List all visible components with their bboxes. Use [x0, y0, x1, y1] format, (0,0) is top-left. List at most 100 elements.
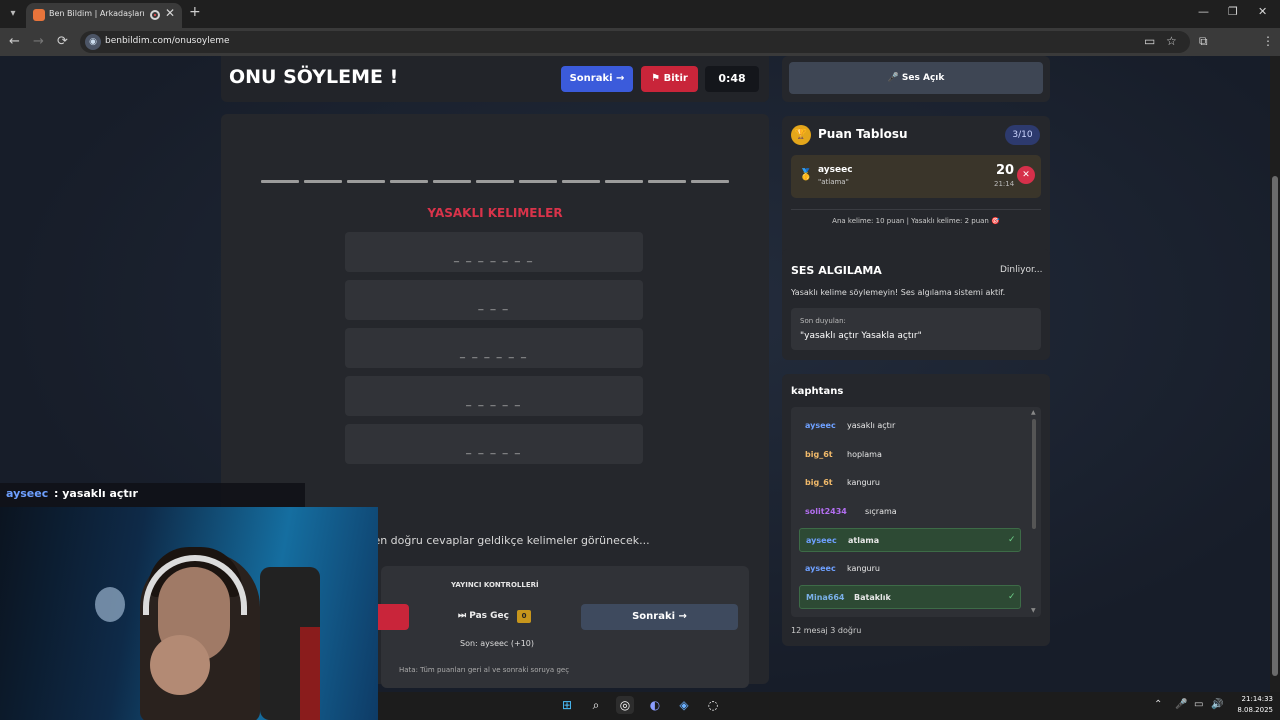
game-header: ONU SÖYLEME ! Sonraki → ⚑ Bitir 0:48	[221, 56, 769, 102]
answer-letter-slot	[390, 180, 428, 183]
controls-next-button[interactable]: Sonraki →	[581, 604, 738, 630]
minimize-button[interactable]: —	[1198, 5, 1209, 18]
chat-text: Bataklık	[854, 593, 891, 602]
chat-username: ayseec	[805, 563, 836, 573]
chrome-icon[interactable]: ◎	[616, 696, 634, 714]
sound-toggle-button[interactable]: 🎤 Ses Açık	[789, 62, 1043, 94]
clock-date[interactable]: 8.08.2025	[1228, 706, 1273, 714]
browser-tab[interactable]: Ben Bildim | Arkadaşlarınla ✕	[26, 3, 182, 28]
chat-message: solit2434 sıçrama	[799, 500, 1021, 524]
chat-message: ayseec atlama ✓	[799, 528, 1021, 552]
end-game-button[interactable]: ⚑ Bitir	[641, 66, 698, 92]
cam-toy	[95, 587, 125, 622]
clock-time[interactable]: 21:14:33	[1228, 695, 1273, 703]
chat-message: big_6t kanguru	[799, 471, 1021, 495]
forbidden-word: _ _ _ _ _	[345, 424, 643, 464]
menu-dots-icon[interactable]: ⋮	[1262, 34, 1274, 48]
restore-button[interactable]: ❐	[1228, 5, 1238, 18]
medal-icon: 🥇	[799, 168, 813, 181]
chat-text: atlama	[848, 536, 880, 545]
player-name: ayseec	[818, 165, 853, 175]
answer-letter-slot	[347, 180, 385, 183]
taskbar: ⊞ ⌕ ◎ ◐ ◈ ◌ ⌃ 🎤 ▭ 🔊 21:14:33 8.08.2025	[378, 692, 1280, 720]
tab-close-icon[interactable]: ✕	[165, 6, 175, 20]
chat-list[interactable]: ▲ ▼ ayseec yasaklı açtır big_6t hoplama big_…	[791, 407, 1041, 617]
check-icon: ✓	[1008, 535, 1016, 545]
answer-letter-slot	[304, 180, 342, 183]
scroll-up-icon[interactable]: ▲	[1031, 409, 1036, 416]
speech-title: SES ALGILAMA	[791, 264, 882, 277]
overlay-username: ayseec	[6, 487, 49, 500]
end-game-label: Bitir	[663, 73, 688, 84]
display-icon[interactable]: ▭	[1194, 699, 1203, 710]
forward-button[interactable]: →	[33, 34, 44, 49]
page-scroll-thumb[interactable]	[1272, 176, 1278, 676]
player-time: 21:14	[994, 180, 1015, 188]
error-help-text: Hata: Tüm puanları geri al ve sonraki so…	[399, 666, 570, 674]
microphone-icon[interactable]: 🎤	[1175, 699, 1187, 710]
chat-message: big_6t hoplama	[799, 443, 1021, 467]
forbidden-word: _ _ _	[345, 280, 643, 320]
chat-text: kanguru	[847, 563, 880, 573]
chat-message: ayseec kanguru	[799, 557, 1021, 581]
last-heard-label: Son duyulan:	[800, 317, 846, 325]
page-title: ONU SÖYLEME !	[229, 66, 399, 88]
address-bar: ← → ⟳ ◉ benbildim.com/onusoyleme ▭ ☆ ⧉ ⋮	[0, 28, 1280, 77]
reload-button[interactable]: ⟳	[57, 34, 68, 49]
app-icon[interactable]: ◈	[675, 696, 693, 714]
forbidden-words-title: YASAKLI KELIMELER	[427, 206, 563, 220]
leaderboard-count-badge: 3/10	[1005, 125, 1040, 145]
extensions-icon[interactable]: ⧉	[1199, 34, 1208, 49]
forbidden-word-text: _ _ _ _ _	[466, 444, 522, 455]
search-icon[interactable]: ⌕	[587, 696, 605, 714]
new-tab-button[interactable]: +	[189, 4, 201, 20]
speech-description: Yasaklı kelime söylemeyin! Ses algılama …	[791, 288, 1006, 297]
cast-icon[interactable]: ▭	[1144, 34, 1155, 48]
tab-search-icon[interactable]: ▾	[4, 5, 22, 23]
chat-username: ayseec	[805, 421, 836, 430]
windows-start-icon[interactable]: ⊞	[558, 696, 576, 714]
chat-scrollbar[interactable]	[1032, 419, 1036, 529]
chat-message: ayseec yasaklı açtır	[799, 414, 1021, 438]
speech-status: Dinliyor...	[1000, 265, 1043, 275]
answer-letter-slot	[562, 180, 600, 183]
chat-text: hoplama	[847, 449, 882, 459]
flag-icon: ⚑	[651, 73, 664, 84]
remove-player-button[interactable]: ✕	[1017, 166, 1035, 184]
volume-icon[interactable]: 🔊	[1211, 699, 1223, 710]
browser-tabbar: ▾ Ben Bildim | Arkadaşlarınla ✕ + — ❐ ✕	[0, 0, 1280, 28]
url-text[interactable]: benbildim.com/onusoyleme	[105, 36, 230, 46]
chat-text: kanguru	[847, 478, 880, 487]
answer-letter-slot	[691, 180, 729, 183]
forbidden-word: _ _ _ _ _ _	[345, 328, 643, 368]
scroll-down-icon[interactable]: ▼	[1031, 607, 1036, 614]
answer-letter-slot	[433, 180, 471, 183]
overlay-message: : yasaklı açtır	[54, 487, 138, 500]
forbidden-word-text: _ _ _ _ _	[466, 396, 522, 407]
chat-message: Mina664 Bataklık ✓	[799, 585, 1021, 609]
chat-stats: 12 mesaj 3 doğru	[791, 626, 862, 635]
chat-text: sıçrama	[865, 506, 897, 516]
bookmark-star-icon[interactable]: ☆	[1166, 34, 1177, 48]
check-icon: ✓	[1008, 592, 1016, 602]
page-scrollbar[interactable]	[1270, 56, 1280, 692]
site-info-icon[interactable]: ◉	[85, 34, 101, 50]
discord-icon[interactable]: ◐	[646, 696, 664, 714]
pass-button[interactable]: ⏭ Pas Geç	[458, 611, 509, 621]
next-button[interactable]: Sonraki →	[561, 66, 633, 92]
chat-username: big_6t	[805, 449, 833, 459]
obs-icon[interactable]: ◌	[704, 696, 722, 714]
close-window-button[interactable]: ✕	[1258, 5, 1267, 18]
last-answer-text: Son: ayseec (+10)	[460, 639, 534, 648]
forbidden-word-text: _ _ _ _ _ _	[460, 348, 528, 359]
tray-expand-icon[interactable]: ⌃	[1154, 699, 1162, 710]
leaderboard-title: Puan Tablosu	[818, 127, 908, 141]
player-word: "atlama"	[818, 178, 849, 186]
url-field[interactable]: ◉ benbildim.com/onusoyleme	[80, 31, 1190, 53]
chat-title: kaphtans	[791, 386, 844, 397]
cam-chair-accent	[300, 627, 320, 720]
streamer-controls: YAYINCI KONTROLLERİ ⏭ Pas Geç 0 Sonraki …	[371, 566, 749, 688]
back-button[interactable]: ←	[9, 34, 20, 49]
stream-chat-overlay: ayseec : yasaklı açtır	[0, 483, 305, 507]
webcam-feed	[0, 507, 378, 720]
